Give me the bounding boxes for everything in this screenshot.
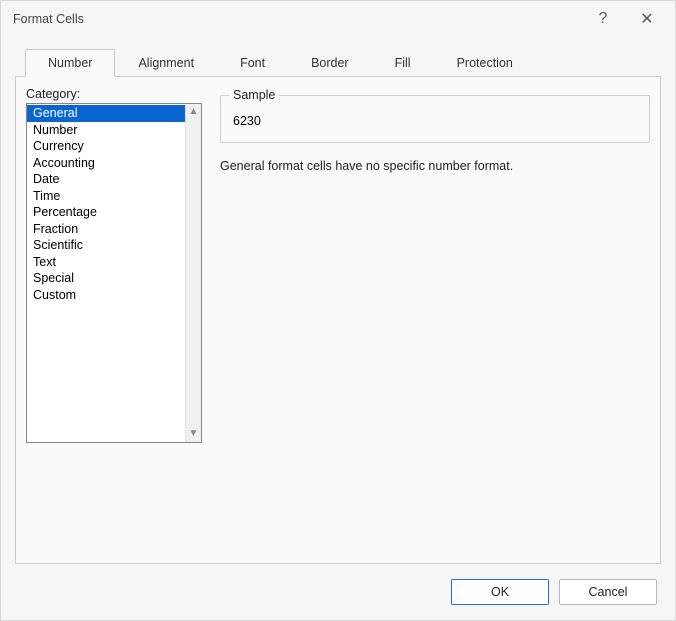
tab-font[interactable]: Font [217,49,288,76]
scrollbar[interactable]: ▲ ▼ [185,104,201,442]
category-item[interactable]: Custom [27,287,185,304]
sample-value: 6230 [231,112,639,132]
dialog-footer: OK Cancel [1,564,675,620]
tab-label: Alignment [138,56,194,70]
tab-border[interactable]: Border [288,49,372,76]
category-listbox[interactable]: GeneralNumberCurrencyAccountingDateTimeP… [26,103,202,443]
close-button[interactable]: ✕ [625,4,669,34]
tab-label: Protection [457,56,513,70]
tab-number[interactable]: Number [25,49,115,77]
help-button[interactable]: ? [581,4,625,34]
category-item[interactable]: Accounting [27,155,185,172]
format-description: General format cells have no specific nu… [220,159,650,173]
scroll-up-icon[interactable]: ▲ [186,106,201,118]
category-section: Category: GeneralNumberCurrencyAccountin… [26,87,202,553]
tab-alignment[interactable]: Alignment [115,49,217,76]
category-item[interactable]: Fraction [27,221,185,238]
category-item[interactable]: Time [27,188,185,205]
tab-protection[interactable]: Protection [434,49,536,76]
panel-number: Category: GeneralNumberCurrencyAccountin… [15,77,661,564]
titlebar: Format Cells ? ✕ [1,1,675,37]
tab-label: Number [48,56,92,70]
category-label: Category: [26,87,202,101]
sample-group: Sample 6230 [220,95,650,143]
ok-button[interactable]: OK [451,579,549,605]
tab-fill[interactable]: Fill [372,49,434,76]
category-item[interactable]: Currency [27,138,185,155]
tab-strip: Number Alignment Font Border Fill Protec… [15,49,661,77]
format-cells-dialog: Format Cells ? ✕ Number Alignment Font B… [0,0,676,621]
close-icon: ✕ [640,9,653,29]
help-icon: ? [599,10,608,28]
tab-label: Border [311,56,349,70]
category-item[interactable]: Scientific [27,237,185,254]
category-item[interactable]: Number [27,122,185,139]
scroll-down-icon[interactable]: ▼ [186,428,201,440]
window-title: Format Cells [13,12,581,26]
category-item[interactable]: General [27,105,185,122]
right-section: Sample 6230 General format cells have no… [220,87,650,553]
tab-label: Fill [395,56,411,70]
cancel-button[interactable]: Cancel [559,579,657,605]
category-item[interactable]: Special [27,270,185,287]
category-item[interactable]: Date [27,171,185,188]
sample-legend: Sample [229,88,279,102]
category-item[interactable]: Percentage [27,204,185,221]
tab-label: Font [240,56,265,70]
category-item[interactable]: Text [27,254,185,271]
